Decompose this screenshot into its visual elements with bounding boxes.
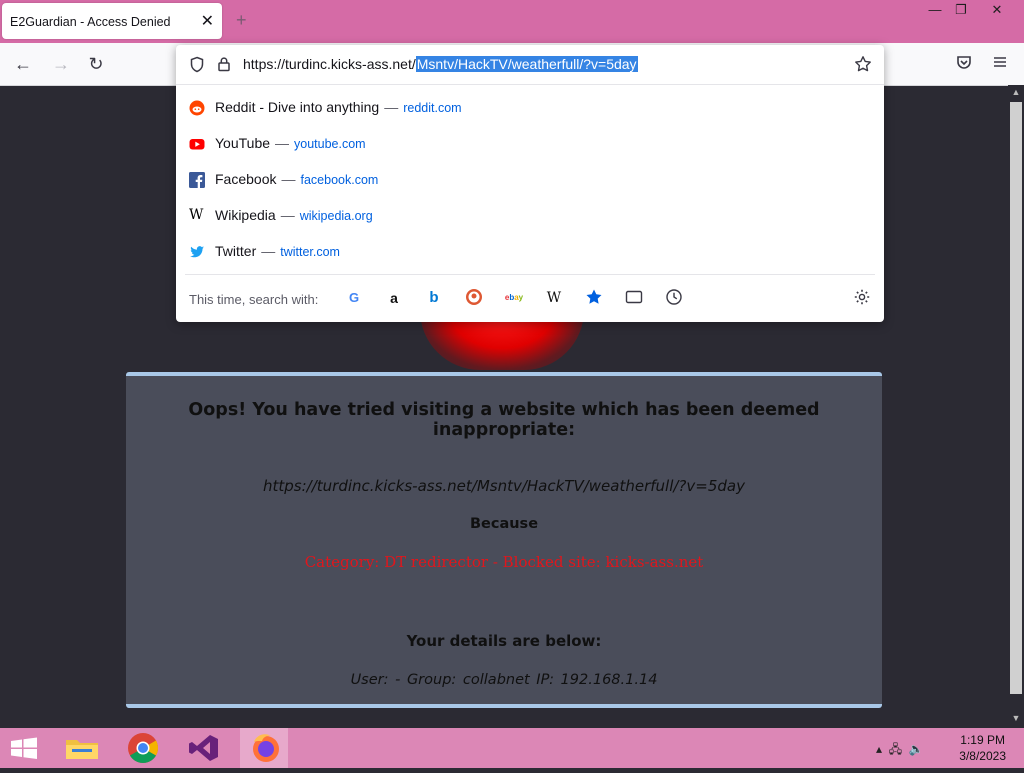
reddit-icon [189,100,205,116]
separator: — [275,135,290,151]
system-tray[interactable]: ▴ 🖧 🔈 [876,740,924,761]
bookmark-star-icon[interactable] [854,55,872,78]
suggestion-wikipedia[interactable]: W Wikipedia — wikipedia.org [176,198,884,234]
title-bar: E2Guardian - Access Denied ✕ + — ❐ ✕ [0,0,1024,43]
url-input[interactable]: https://turdinc.kicks-ass.net/Msntv/Hack… [243,56,638,72]
lock-icon[interactable] [217,56,231,77]
details-label: Your details are below: [406,632,602,650]
menu-icon[interactable] [989,53,1011,75]
suggestion-title: Wikipedia [215,207,276,223]
tab-title: E2Guardian - Access Denied [10,15,171,29]
separator: — [280,207,295,223]
because-label: Because [469,516,539,532]
reload-button[interactable]: ↻ [85,53,107,75]
page-scrollbar[interactable]: ▲ ▼ [1008,85,1024,728]
search-with-label: This time, search with: [189,292,319,307]
suggestion-title: Facebook [215,171,277,187]
separator: — [281,171,296,187]
suggestion-title: Reddit - Dive into anything [215,99,380,115]
youtube-icon [189,136,205,152]
block-heading: Oops! You have tried visiting a website … [188,400,820,440]
windows-start-icon[interactable] [0,728,48,768]
url-selected-text: Msntv/HackTV/weatherfull/?v=5day [415,56,638,72]
user-details: User: - Group: collabnet IP: 192.168.1.1… [350,672,658,688]
tabs-icon[interactable] [624,288,644,308]
google-icon[interactable]: G [344,288,364,308]
suggestion-reddit[interactable]: Reddit - Dive into anything — reddit.com [176,90,884,126]
wikipedia-icon: W [189,207,204,223]
suggestion-url: youtube.com [294,137,366,151]
pocket-icon[interactable] [953,53,975,75]
bing-icon[interactable]: b [424,288,444,308]
suggestion-youtube[interactable]: YouTube — youtube.com [176,126,884,162]
facebook-icon [189,172,205,188]
firefox-icon[interactable] [240,728,288,768]
suggestion-url: wikipedia.org [299,209,373,223]
tab-active[interactable]: E2Guardian - Access Denied ✕ [2,3,222,39]
shield-icon[interactable] [189,56,205,78]
new-tab-button[interactable]: + [236,10,247,31]
twitter-icon [189,244,205,260]
back-button[interactable]: ← [12,53,34,75]
suggestion-title: Twitter [215,243,257,259]
file-explorer-icon[interactable] [58,728,106,768]
restore-button[interactable]: ❐ [944,2,978,20]
duckduckgo-icon[interactable] [464,288,484,308]
url-bar[interactable]: https://turdinc.kicks-ass.net/Msntv/Hack… [176,45,884,85]
wikipedia-search-icon[interactable]: W [544,288,564,308]
suggestion-twitter[interactable]: Twitter — twitter.com [176,234,884,270]
history-icon[interactable] [664,288,684,308]
amazon-icon[interactable]: a [384,288,404,308]
ebay-icon[interactable]: ebay [504,288,524,308]
clock-time: 1:19 PM [960,733,1005,747]
tab-close-icon[interactable]: ✕ [201,11,214,31]
block-message-panel: Oops! You have tried visiting a website … [126,372,882,708]
taskbar: ▴ 🖧 🔈 1:19 PM 3/8/2023 [0,728,1024,768]
close-window-button[interactable]: ✕ [980,2,1014,20]
search-settings-gear-icon[interactable] [852,288,872,308]
url-bar-dropdown: https://turdinc.kicks-ass.net/Msntv/Hack… [176,45,884,322]
scroll-down-icon[interactable]: ▼ [1008,713,1024,723]
separator: — [384,99,399,115]
clock-date: 3/8/2023 [959,749,1006,763]
search-engines-row: This time, search with: G a b ebay W [185,274,875,323]
forward-button[interactable]: → [50,53,72,75]
separator: — [261,243,276,259]
blocked-url: https://turdinc.kicks-ass.net/Msntv/Hack… [263,477,745,495]
suggestion-facebook[interactable]: Facebook — facebook.com [176,162,884,198]
scroll-thumb[interactable] [1010,102,1022,694]
suggestion-url: reddit.com [403,101,462,115]
block-reason: Category: DT redirector - Blocked site: … [304,553,704,571]
scroll-up-icon[interactable]: ▲ [1008,87,1024,97]
suggestion-url: twitter.com [280,245,340,259]
clock[interactable]: 1:19 PM 3/8/2023 [959,732,1006,764]
suggestion-url: facebook.com [300,173,379,187]
chrome-icon[interactable] [119,728,167,768]
suggestion-title: YouTube [215,135,271,151]
visual-studio-icon[interactable] [180,728,228,768]
url-prefix: https://turdinc.kicks-ass.net/ [243,56,416,72]
bookmarks-icon[interactable] [584,288,604,308]
